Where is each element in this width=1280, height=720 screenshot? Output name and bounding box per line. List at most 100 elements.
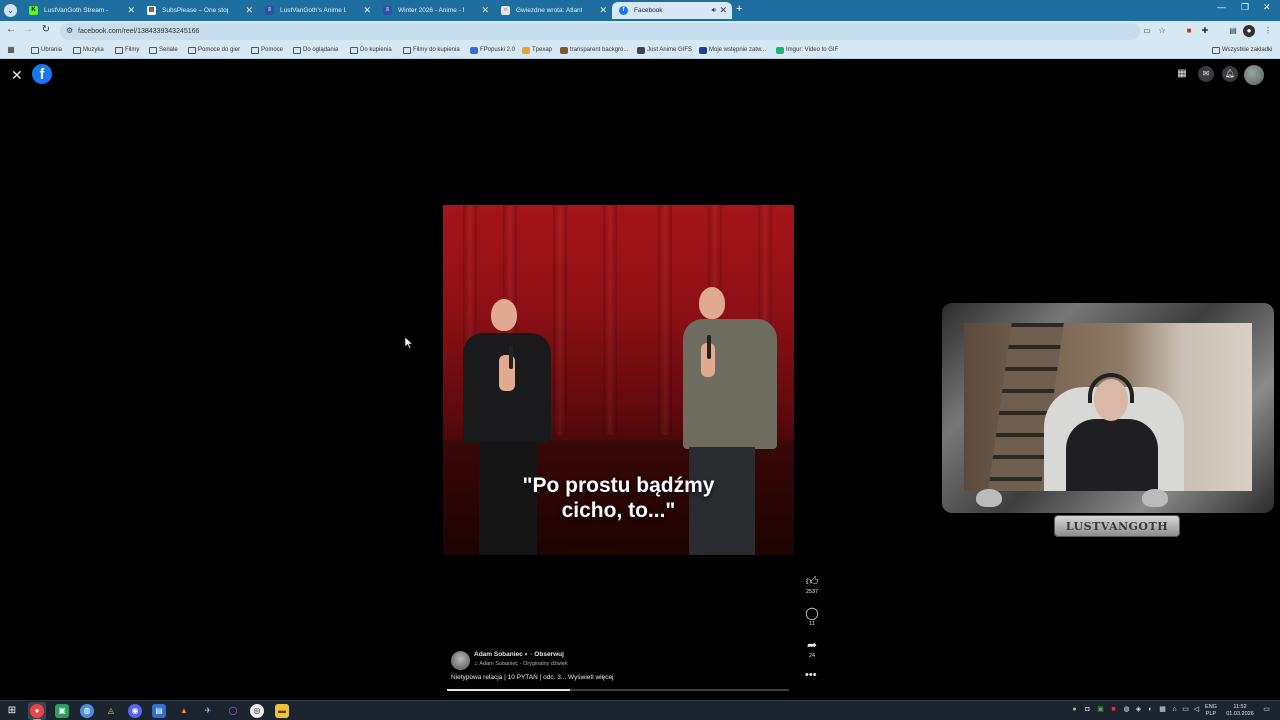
tab-subsplease[interactable]: ▤ SubsPlease – One stop shop fo ✕ <box>140 2 258 19</box>
app-icon[interactable]: ▣ <box>55 704 69 718</box>
folder-icon <box>350 47 358 54</box>
extensions-puzzle-icon[interactable]: ✚ <box>1199 25 1211 37</box>
bookmark-folder[interactable]: Pomoce do gier <box>188 42 240 59</box>
apps-grid-icon[interactable]: ▦ <box>5 44 17 56</box>
discord-icon[interactable]: ◉ <box>128 704 142 718</box>
bookmark-folder[interactable]: Ubrania <box>31 42 62 59</box>
all-bookmarks[interactable]: Wszystkie zakładki <box>1212 42 1272 59</box>
tray-icon[interactable]: ◐ <box>1146 705 1155 714</box>
url-text[interactable]: facebook.com/reel/1384339343245166 <box>78 23 199 40</box>
close-tab-icon[interactable]: ✕ <box>719 2 727 19</box>
audio-playing-icon[interactable]: 🔊︎ <box>712 2 716 19</box>
notifications-bell-icon[interactable]: 🔔︎ <box>1222 66 1238 82</box>
tray-icon[interactable]: ◍ <box>1122 705 1131 714</box>
like-button[interactable]: 👍︎ 2537 <box>800 574 824 596</box>
messenger-icon[interactable]: ✉ <box>1198 66 1214 82</box>
bookmark-folder[interactable]: Do kupienia <box>350 42 392 59</box>
video-progress-bar[interactable] <box>447 689 789 691</box>
bookmark-site[interactable]: Just Anime GIFS <box>637 42 692 59</box>
side-panel-icon[interactable]: ▤ <box>1227 25 1239 37</box>
tray-icon[interactable]: ● <box>1070 705 1079 714</box>
steam-icon[interactable]: ✈ <box>201 704 215 718</box>
vlc-icon[interactable]: ▲ <box>177 704 191 718</box>
folder-icon <box>73 47 81 54</box>
follow-button[interactable]: · Obserwuj <box>530 651 564 658</box>
tab-anime-list[interactable]: ≡ LustVanGoth's Anime List - My ✕ <box>258 2 376 19</box>
close-tab-icon[interactable]: ✕ <box>481 2 489 19</box>
notification-center-icon[interactable]: ▭ <box>1262 705 1271 714</box>
minimize-icon[interactable]: — <box>1217 2 1226 12</box>
folder-icon <box>251 47 259 54</box>
bookmark-site[interactable]: Tpexap <box>522 42 552 59</box>
bookmark-folder[interactable]: Filmy do kupienia <box>403 42 460 59</box>
bookmark-site[interactable]: transparent backgro... <box>560 42 628 59</box>
obs-icon[interactable]: ◎ <box>250 704 264 718</box>
tray-icon[interactable]: ▦ <box>1158 705 1167 714</box>
menu-grid-icon[interactable]: ▦ <box>1174 66 1190 82</box>
clock[interactable]: 11:52 01.03.2026 <box>1222 704 1258 718</box>
tray-icon[interactable]: ▣ <box>1096 705 1105 714</box>
extension-icon[interactable]: ■ <box>1183 25 1195 37</box>
language-indicator[interactable]: ENG PLP <box>1203 704 1219 718</box>
bookmark-star-icon[interactable]: ☆ <box>1156 25 1168 37</box>
chrome-icon[interactable]: ● <box>30 704 44 718</box>
address-bar[interactable]: ⚙ facebook.com/reel/1384339343245166 <box>60 23 1140 40</box>
reel-video[interactable]: "Po prostu bądźmy cicho, to..." <box>443 205 794 555</box>
tray-icon[interactable]: ◘ <box>1083 705 1092 714</box>
menu-dots-icon[interactable]: ⋮ <box>1262 25 1274 37</box>
close-tab-icon[interactable]: ✕ <box>245 2 253 19</box>
bookmark-site[interactable]: Moje wstępnie zatw... <box>699 42 766 59</box>
browser-app-icon[interactable]: ◍ <box>80 704 94 718</box>
myanimelist-icon: ≡ <box>383 6 392 15</box>
more-options-icon[interactable]: ••• <box>805 669 817 681</box>
author-name[interactable]: Adam Sobaniec <box>474 651 523 658</box>
facebook-logo-icon[interactable]: f <box>32 64 52 84</box>
reel-caption[interactable]: Nietypowa relacja | 10 PYTAŃ | odc. 3...… <box>451 674 614 681</box>
bookmark-folder[interactable]: Seriale <box>149 42 178 59</box>
bookmark-site[interactable]: Imgur: Video to GIF <box>776 42 838 59</box>
tab-search-icon[interactable]: ⌄ <box>4 4 17 17</box>
original-audio-link[interactable]: ♫ Adam Sobaniec · Oryginalny dźwięk <box>474 661 568 667</box>
profile-icon[interactable]: ● <box>1243 25 1255 37</box>
tab-lustvangoth-stream[interactable]: K LustVanGoth Stream - Watch L ✕ <box>22 2 140 19</box>
bookmark-folder[interactable]: Muzyka <box>73 42 104 59</box>
windows-start-icon[interactable]: ⊞ <box>5 704 19 718</box>
new-tab-icon[interactable]: + <box>736 3 742 15</box>
bookmark-site[interactable]: FPopuski 2.0 <box>470 42 515 59</box>
author-avatar[interactable] <box>451 651 470 670</box>
site-info-icon[interactable]: ⚙ <box>66 26 73 35</box>
cast-icon[interactable]: ▭ <box>1141 25 1153 37</box>
back-icon[interactable]: ← <box>4 24 18 35</box>
kick-icon: K <box>29 6 38 15</box>
tray-icon[interactable]: ⌂ <box>1170 705 1179 714</box>
bookmark-label: Do kupienia <box>360 47 392 53</box>
tab-gwiezdne-wrota[interactable]: ○ Gwiezdne wrota: Atlantyda / St ✕ <box>494 2 612 19</box>
tab-label: SubsPlease – One stop shop fo <box>162 7 228 14</box>
account-avatar[interactable] <box>1244 65 1264 85</box>
close-reel-icon[interactable]: ✕ <box>11 67 23 84</box>
network-icon[interactable]: ▭ <box>1181 705 1190 714</box>
app-icon[interactable]: ▤ <box>152 704 166 718</box>
forward-icon[interactable]: → <box>21 24 35 35</box>
close-tab-icon[interactable]: ✕ <box>363 2 371 19</box>
reload-icon[interactable]: ↻ <box>39 24 53 35</box>
tab-winter-2026[interactable]: ≡ Winter 2026 - Anime - MyAnim ✕ <box>376 2 494 19</box>
file-explorer-icon[interactable]: ▬ <box>275 704 289 718</box>
close-tab-icon[interactable]: ✕ <box>127 2 135 19</box>
bookmark-folder[interactable]: Pomoce <box>251 42 283 59</box>
thumbs-up-icon: 👍︎ <box>805 574 819 588</box>
tray-icon[interactable]: ■ <box>1109 705 1118 714</box>
comment-button[interactable]: ◯ 11 <box>800 606 824 628</box>
close-tab-icon[interactable]: ✕ <box>599 2 607 19</box>
tray-icon[interactable]: ◈ <box>1134 705 1143 714</box>
bookmark-folder[interactable]: Filmy <box>115 42 139 59</box>
app-icon[interactable]: ◯ <box>226 704 240 718</box>
folder-icon <box>1212 47 1220 54</box>
window-close-icon[interactable]: ✕ <box>1263 2 1271 13</box>
maximize-icon[interactable]: ❐ <box>1241 2 1249 13</box>
volume-icon[interactable]: ◁ <box>1192 705 1201 714</box>
app-icon[interactable]: ◬ <box>104 704 118 718</box>
tab-facebook[interactable]: f Facebook 🔊︎ ✕ <box>612 2 732 19</box>
share-button[interactable]: ➦ 24 <box>800 638 824 660</box>
bookmark-folder[interactable]: Do oglądania <box>293 42 338 59</box>
